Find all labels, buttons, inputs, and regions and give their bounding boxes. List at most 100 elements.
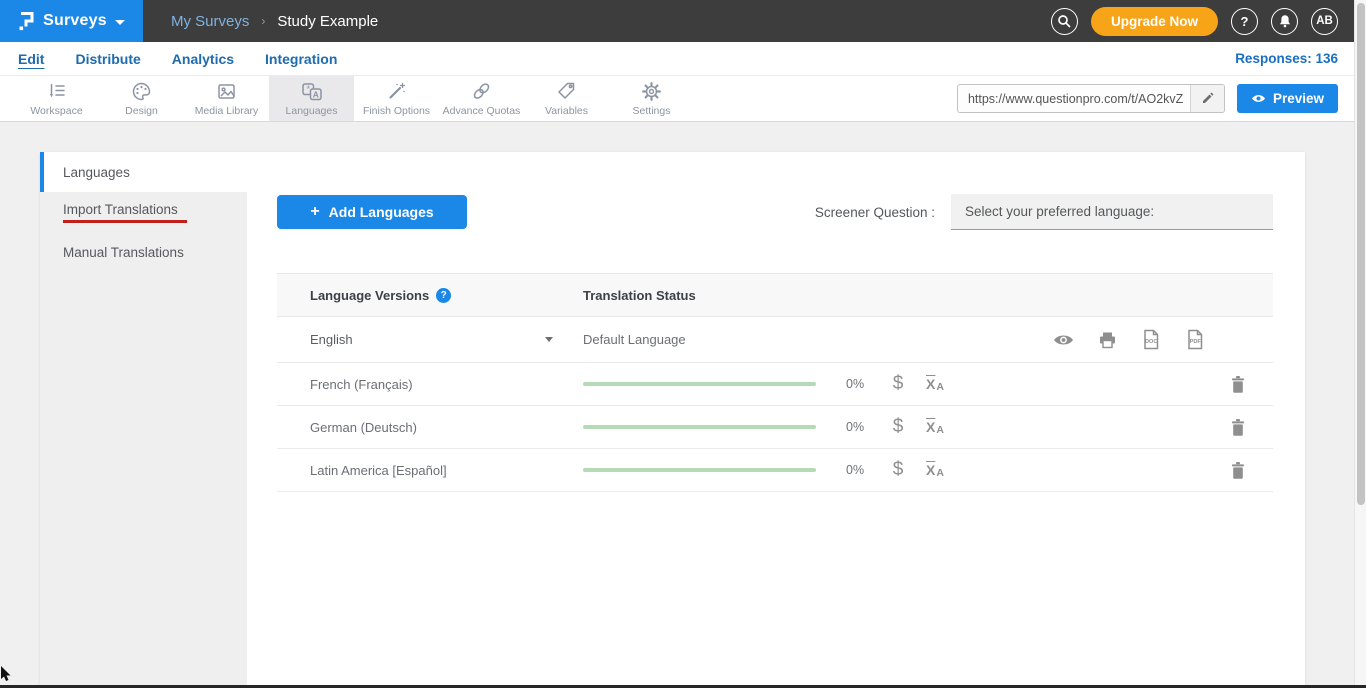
view-survey-button[interactable] xyxy=(1053,333,1074,347)
eye-icon xyxy=(1251,93,1266,104)
product-name: Surveys xyxy=(43,12,107,30)
responses-count[interactable]: Responses: 136 xyxy=(1235,51,1338,66)
table-row-language: French (Français) 0% $ XA xyxy=(277,363,1273,406)
breadcrumb-survey-title: Study Example xyxy=(277,13,378,30)
image-icon xyxy=(216,81,237,102)
print-button[interactable] xyxy=(1098,331,1117,349)
toolbar-item-media-library[interactable]: Media Library xyxy=(184,76,269,121)
tab-edit[interactable]: Edit xyxy=(18,47,44,70)
translation-percent: 0% xyxy=(846,377,872,391)
paid-translation-button[interactable]: $ xyxy=(886,459,910,481)
breadcrumb: My Surveys › Study Example xyxy=(171,13,378,30)
breadcrumb-separator-icon: › xyxy=(261,14,265,28)
help-circle-icon[interactable]: ? xyxy=(436,288,451,303)
toolbar-right: https://www.questionpro.com/t/AO2kvZ Pre… xyxy=(957,76,1366,121)
table-row-language: Latin America [Español] 0% $ XA xyxy=(277,449,1273,492)
preview-button[interactable]: Preview xyxy=(1237,84,1338,113)
chain-links-icon xyxy=(471,81,492,102)
translation-percent: 0% xyxy=(846,420,872,434)
notifications-button[interactable] xyxy=(1271,8,1298,35)
toolbar-item-workspace[interactable]: Workspace xyxy=(14,76,99,121)
language-versions-table: Language Versions ? Translation Status E… xyxy=(277,273,1273,492)
page-scrollbar[interactable] xyxy=(1354,0,1366,688)
eye-icon xyxy=(1053,333,1074,347)
gear-icon xyxy=(641,81,662,102)
table-row-language: German (Deutsch) 0% $ XA xyxy=(277,406,1273,449)
edit-toolbar: Workspace Design Media Library * xyxy=(0,76,1366,122)
default-row-actions: DOC PDF xyxy=(1053,329,1273,350)
delete-language-button[interactable] xyxy=(1230,375,1246,394)
svg-text:PDF: PDF xyxy=(1190,339,1202,345)
tab-distribute[interactable]: Distribute xyxy=(75,47,140,70)
questionpro-logo-icon xyxy=(18,10,35,32)
trash-icon xyxy=(1230,418,1246,437)
toolbar-item-design[interactable]: Design xyxy=(99,76,184,121)
trash-icon xyxy=(1230,375,1246,394)
sidebar-item-import-translations[interactable]: Import Translations xyxy=(40,192,247,232)
column-translation-status: Translation Status xyxy=(583,288,696,303)
pencil-icon xyxy=(1201,92,1214,105)
languages-card: Languages Import Translations Manual Tra… xyxy=(40,152,1305,688)
mouse-cursor xyxy=(0,666,12,686)
toolbar-item-finish-options[interactable]: Finish Options xyxy=(354,76,439,121)
upgrade-now-button[interactable]: Upgrade Now xyxy=(1091,7,1218,36)
screener-question-select[interactable]: Select your preferred language: xyxy=(951,194,1273,230)
survey-url-text[interactable]: https://www.questionpro.com/t/AO2kvZ xyxy=(958,92,1190,106)
toolbar-item-advance-quotas[interactable]: Advance Quotas xyxy=(439,76,524,121)
trash-icon xyxy=(1230,461,1246,480)
nav-tabs: Edit Distribute Analytics Integration xyxy=(18,47,337,70)
tab-integration[interactable]: Integration xyxy=(265,47,337,70)
chevron-down-icon xyxy=(115,20,125,25)
survey-nav: Edit Distribute Analytics Integration Re… xyxy=(0,42,1366,76)
delete-language-button[interactable] xyxy=(1230,418,1246,437)
export-pdf-button[interactable]: PDF xyxy=(1185,329,1205,350)
page-content: Languages Import Translations Manual Tra… xyxy=(0,122,1366,688)
table-row-default-language: English Default Language xyxy=(277,317,1273,363)
table-header: Language Versions ? Translation Status xyxy=(277,273,1273,317)
product-switcher[interactable]: Surveys xyxy=(0,0,143,42)
sidebar-item-languages[interactable]: Languages xyxy=(40,152,247,192)
translate-icon: * A xyxy=(301,81,323,102)
scrollbar-thumb[interactable] xyxy=(1357,3,1365,505)
toolbar-item-settings[interactable]: Settings xyxy=(609,76,694,121)
default-language-status: Default Language xyxy=(583,332,686,347)
search-icon xyxy=(1057,14,1071,28)
column-language-versions: Language Versions xyxy=(310,288,429,303)
auto-translate-button[interactable]: XA xyxy=(926,376,952,393)
paid-translation-button[interactable]: $ xyxy=(886,416,910,438)
edit-url-button[interactable] xyxy=(1190,85,1224,112)
default-language-name: English xyxy=(310,332,353,347)
plus-icon: + xyxy=(310,203,319,221)
printer-icon xyxy=(1098,331,1117,349)
translation-progress-bar xyxy=(583,425,816,429)
workspace-icon xyxy=(46,81,67,102)
add-languages-button[interactable]: + Add Languages xyxy=(277,195,467,229)
toolbar-item-variables[interactable]: Variables xyxy=(524,76,609,121)
svg-text:DOC: DOC xyxy=(1145,339,1157,345)
question-mark-icon: ? xyxy=(1241,14,1249,29)
search-button[interactable] xyxy=(1051,8,1078,35)
doc-file-icon: DOC xyxy=(1141,329,1161,350)
language-name: German (Deutsch) xyxy=(310,420,417,435)
bell-icon xyxy=(1278,14,1292,28)
palette-icon xyxy=(131,81,152,102)
help-button[interactable]: ? xyxy=(1231,8,1258,35)
toolbar-item-languages[interactable]: * A Languages xyxy=(269,76,354,121)
tab-analytics[interactable]: Analytics xyxy=(172,47,234,70)
chevron-down-icon[interactable] xyxy=(545,337,553,342)
sidebar-item-manual-translations[interactable]: Manual Translations xyxy=(40,232,247,272)
export-doc-button[interactable]: DOC xyxy=(1141,329,1161,350)
action-row: + Add Languages Screener Question : Sele… xyxy=(277,194,1273,230)
language-name: French (Français) xyxy=(310,377,413,392)
breadcrumb-my-surveys[interactable]: My Surveys xyxy=(171,13,249,30)
avatar[interactable]: AB xyxy=(1311,8,1338,35)
translation-progress-bar xyxy=(583,382,816,386)
paid-translation-button[interactable]: $ xyxy=(886,373,910,395)
svg-text:A: A xyxy=(312,89,318,99)
language-name: Latin America [Español] xyxy=(310,463,447,478)
magic-wand-icon xyxy=(386,81,407,102)
auto-translate-button[interactable]: XA xyxy=(926,419,952,436)
delete-language-button[interactable] xyxy=(1230,461,1246,480)
topbar-actions: Upgrade Now ? AB xyxy=(1051,7,1366,36)
auto-translate-button[interactable]: XA xyxy=(926,462,952,479)
